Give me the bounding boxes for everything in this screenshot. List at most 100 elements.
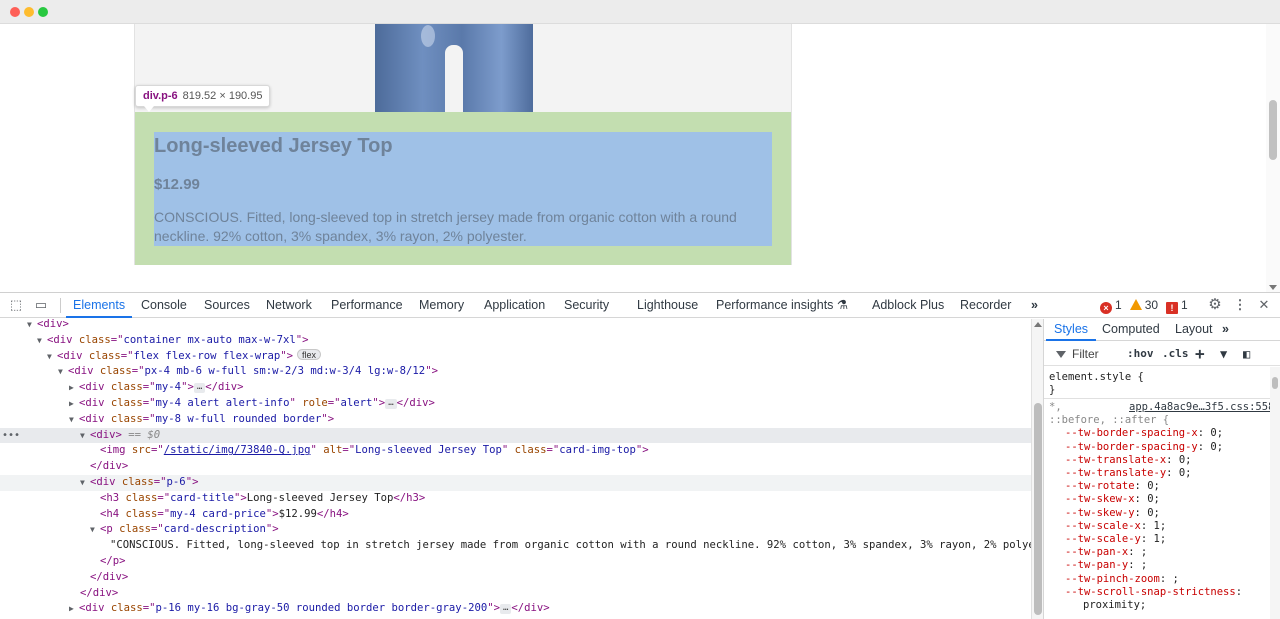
collapsed-ellipsis[interactable]: … [385,399,397,409]
flex-badge[interactable]: flex [297,348,322,360]
collapse-triangle-icon[interactable]: ▼ [27,319,37,333]
tab-elements[interactable]: Elements [66,293,133,318]
tab-security[interactable]: Security [564,293,609,318]
collapse-triangle-icon[interactable]: ▼ [80,475,90,491]
dom-node-p-text[interactable]: "CONSCIOUS. Fitted, long-sleeved top in … [0,538,1031,554]
class-toggle[interactable]: .cls [1162,345,1189,363]
tab-performance[interactable]: Performance [331,293,403,318]
css-declaration[interactable]: --tw-border-spacing-y: 0; [1049,441,1223,454]
tab-adblock-plus[interactable]: Adblock Plus [872,293,944,318]
dom-node-p16[interactable]: ▶ <div class="p-16 my-16 bg-gray-50 round… [0,601,1031,617]
expand-triangle-icon[interactable]: ▶ [69,601,79,617]
styles-filter-input[interactable]: Filter [1050,345,1128,363]
page-scrollbar-thumb[interactable] [1269,100,1277,160]
collapse-triangle-icon[interactable]: ▼ [69,412,79,428]
product-card: Long-sleeved Jersey Top $12.99 CONSCIOUS… [134,24,792,265]
stylesheet-link[interactable]: app.4a8ac9e…3f5.css:558 [1129,401,1274,414]
expand-triangle-icon[interactable]: ▶ [69,396,79,412]
collapsed-ellipsis[interactable]: … [499,604,512,615]
element-style-close: } [1049,384,1056,397]
styles-scrollbar-thumb[interactable] [1272,377,1278,389]
dom-node-div[interactable]: ▼ <div> [0,319,1031,333]
dom-node-p[interactable]: ▼ <p class="card-description"> [0,522,1031,538]
close-window-button[interactable] [10,7,20,17]
status-badges[interactable]: × 1 30! 1 [1100,298,1196,314]
styles-scrollbar[interactable] [1270,367,1280,619]
minimize-window-button[interactable] [24,7,34,17]
css-declaration[interactable]: --tw-scale-x: 1; [1049,520,1166,533]
css-declaration[interactable]: --tw-translate-y: 0; [1049,467,1191,480]
elements-scrollbar[interactable] [1031,319,1043,619]
settings-gear-icon[interactable]: ⚙ [1207,297,1223,313]
collapse-triangle-icon[interactable]: ▼ [90,522,100,538]
collapse-triangle-icon[interactable]: ▼ [47,349,57,365]
element-style-rule[interactable]: element.style { [1049,371,1144,384]
issue-flag-icon: ! [1166,302,1179,314]
css-declaration[interactable]: --tw-skew-y: 0; [1049,507,1160,520]
dom-node-img[interactable]: <img src="/static/img/73840-Q.jpg" alt="… [0,443,1031,459]
tab-styles[interactable]: Styles [1046,319,1097,341]
page-scrollbar[interactable] [1266,24,1280,292]
dom-node-p6[interactable]: ▼ <div class="p-6"> [0,475,1031,491]
tab-recorder[interactable]: Recorder [960,293,1011,318]
dom-node-div-close[interactable]: </div> [0,459,1031,475]
css-declaration[interactable]: --tw-rotate: 0; [1049,480,1160,493]
css-declaration[interactable]: --tw-translate-x: 0; [1049,454,1191,467]
css-declaration[interactable]: --tw-pan-x: ; [1049,546,1147,559]
toggle-sidebar-icon[interactable]: ◧ [1243,345,1250,363]
dom-node-alert[interactable]: ▶ <div class="my-4 alert alert-info" role… [0,396,1031,412]
css-declaration[interactable]: --tw-border-spacing-x: 0; [1049,427,1223,440]
expand-triangle-icon[interactable]: ▶ [69,380,79,396]
more-options-icon[interactable]: ⋮ [1232,297,1248,313]
device-toolbar-icon[interactable]: ▭ [33,297,49,313]
toolbar-divider [60,298,61,313]
css-declaration[interactable]: --tw-scroll-snap-strictness: [1049,586,1242,599]
tab-lighthouse[interactable]: Lighthouse [637,293,698,318]
dom-node-card[interactable]: ▼ <div class="my-8 w-full rounded border"… [0,412,1031,428]
maximize-window-button[interactable] [38,7,48,17]
inspect-element-icon[interactable]: ⬚ [8,297,24,313]
warning-icon [1129,299,1142,310]
paint-brush-icon[interactable]: ▼ [1220,345,1227,363]
collapsed-ellipsis[interactable]: … [193,383,206,394]
dom-node-h3[interactable]: <h3 class="card-title">Long-sleeved Jers… [0,491,1031,507]
devtools-panel: ⬚ ▭ Elements Console Sources Network Per… [0,292,1280,619]
tab-sources[interactable]: Sources [204,293,250,318]
tab-memory[interactable]: Memory [419,293,464,318]
css-declaration[interactable]: --tw-scale-y: 1; [1049,533,1166,546]
dom-node-column[interactable]: ▼ <div class="px-4 mb-6 w-full sm:w-2/3 m… [0,364,1031,380]
add-rule-icon[interactable]: + [1195,345,1205,363]
collapse-triangle-icon[interactable]: ▼ [58,364,68,380]
dom-node-p-close[interactable]: </p> [0,554,1031,570]
tab-performance-insights-label: Performance insights [716,298,834,312]
more-tabs-button[interactable]: » [1031,293,1038,318]
scroll-up-arrow-icon[interactable] [1034,322,1042,327]
css-declaration[interactable]: --tw-pan-y: ; [1049,559,1147,572]
more-sidebar-tabs-button[interactable]: » [1222,319,1229,341]
tooltip-dimensions: 819.52 × 190.95 [182,90,263,102]
dom-node-h4[interactable]: <h4 class="my-4 card-price">$12.99</h4> [0,507,1031,523]
dom-node-card-close[interactable]: </div> [0,586,1031,602]
dom-node-flex[interactable]: ▼ <div class="flex flex-row flex-wrap"> fl… [0,348,1031,365]
tab-performance-insights[interactable]: Performance insights ⚗ [716,293,848,318]
row-actions-icon[interactable]: ••• [2,428,20,444]
dom-node-p6-close[interactable]: </div> [0,570,1031,586]
tab-console[interactable]: Console [141,293,187,318]
dom-node-image-wrapper[interactable]: ••• ▼ <div> == $0 [0,427,1031,444]
img-src-link[interactable]: /static/img/73840-Q.jpg [164,444,311,456]
tab-computed[interactable]: Computed [1102,319,1160,341]
scroll-down-arrow-icon[interactable] [1269,285,1277,290]
css-declaration[interactable]: --tw-skew-x: 0; [1049,493,1160,506]
elements-scrollbar-thumb[interactable] [1034,403,1042,615]
collapse-triangle-icon[interactable]: ▼ [80,428,90,444]
collapse-triangle-icon[interactable]: ▼ [37,333,47,349]
tab-layout[interactable]: Layout [1175,319,1213,341]
css-declaration[interactable]: --tw-pinch-zoom: ; [1049,573,1179,586]
close-devtools-icon[interactable]: ✕ [1256,297,1272,313]
tab-network[interactable]: Network [266,293,312,318]
dom-node-container[interactable]: ▼ <div class="container mx-auto max-w-7xl… [0,333,1031,349]
dom-node-my4[interactable]: ▶ <div class="my-4">… </div> [0,380,1031,396]
hover-state-toggle[interactable]: :hov [1127,345,1154,363]
filter-icon [1056,351,1066,358]
tab-application[interactable]: Application [484,293,545,318]
